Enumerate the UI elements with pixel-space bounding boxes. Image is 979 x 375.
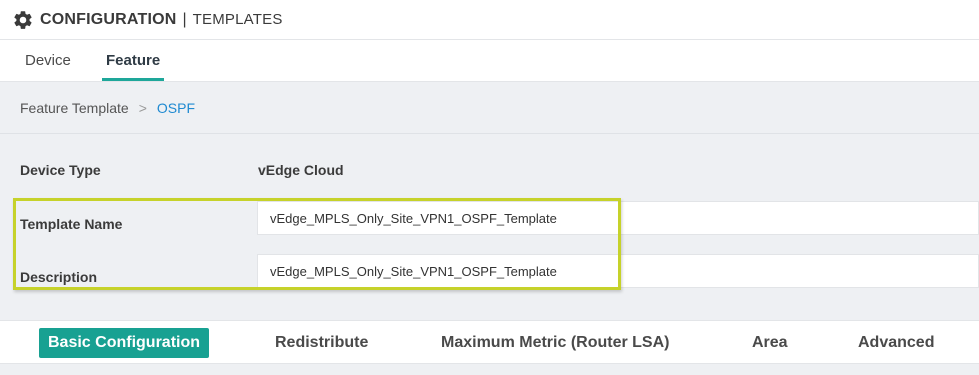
device-type-label: Device Type bbox=[20, 162, 101, 178]
tab-redistribute[interactable]: Redistribute bbox=[275, 328, 368, 358]
tab-feature[interactable]: Feature bbox=[101, 40, 165, 81]
page-subtitle: TEMPLATES bbox=[192, 11, 283, 28]
breadcrumb-current: OSPF bbox=[156, 99, 196, 116]
template-name-label: Template Name bbox=[20, 216, 123, 232]
breadcrumb: Feature Template > OSPF bbox=[0, 82, 979, 134]
gear-icon bbox=[14, 10, 32, 29]
page-title: CONFIGURATION bbox=[40, 10, 177, 28]
device-type-value: vEdge Cloud bbox=[258, 162, 344, 178]
tab-area[interactable]: Area bbox=[752, 328, 788, 358]
tab-advanced[interactable]: Advanced bbox=[858, 328, 934, 358]
tab-maximum-metric[interactable]: Maximum Metric (Router LSA) bbox=[441, 328, 669, 358]
title-separator: | bbox=[182, 10, 187, 28]
template-name-input[interactable] bbox=[257, 201, 979, 235]
tab-basic-configuration[interactable]: Basic Configuration bbox=[39, 328, 210, 358]
tab-device[interactable]: Device bbox=[25, 40, 71, 81]
description-input[interactable] bbox=[257, 254, 979, 288]
section-tabs: Basic Configuration Redistribute Maximum… bbox=[0, 320, 979, 364]
page-header: CONFIGURATION | TEMPLATES bbox=[0, 0, 979, 40]
breadcrumb-feature-template[interactable]: Feature Template bbox=[20, 100, 129, 116]
template-form: Device Type vEdge Cloud Template Name De… bbox=[0, 134, 979, 320]
breadcrumb-separator: > bbox=[138, 99, 147, 116]
template-type-tabs: Device Feature bbox=[0, 40, 979, 82]
description-label: Description bbox=[20, 269, 98, 285]
